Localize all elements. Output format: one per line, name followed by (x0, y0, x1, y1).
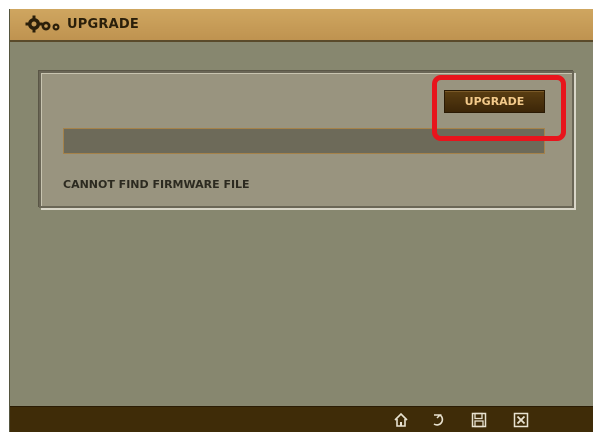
bottom-toolbar (10, 406, 593, 432)
home-button[interactable] (391, 411, 411, 429)
upgrade-window: UPGRADE UPGRADE CANNOT FIND FIRMWARE FIL… (9, 9, 593, 432)
status-message: CANNOT FIND FIRMWARE FILE (63, 178, 250, 191)
window-title: UPGRADE (67, 17, 139, 32)
close-button[interactable] (511, 411, 531, 429)
home-icon (393, 412, 409, 428)
back-icon (430, 412, 446, 428)
back-button[interactable] (428, 411, 448, 429)
title-bar: UPGRADE (10, 9, 593, 42)
close-icon (513, 412, 529, 428)
save-button[interactable] (469, 411, 489, 429)
highlight-annotation (432, 75, 566, 141)
save-icon (471, 412, 487, 428)
gears-icon (25, 15, 63, 35)
